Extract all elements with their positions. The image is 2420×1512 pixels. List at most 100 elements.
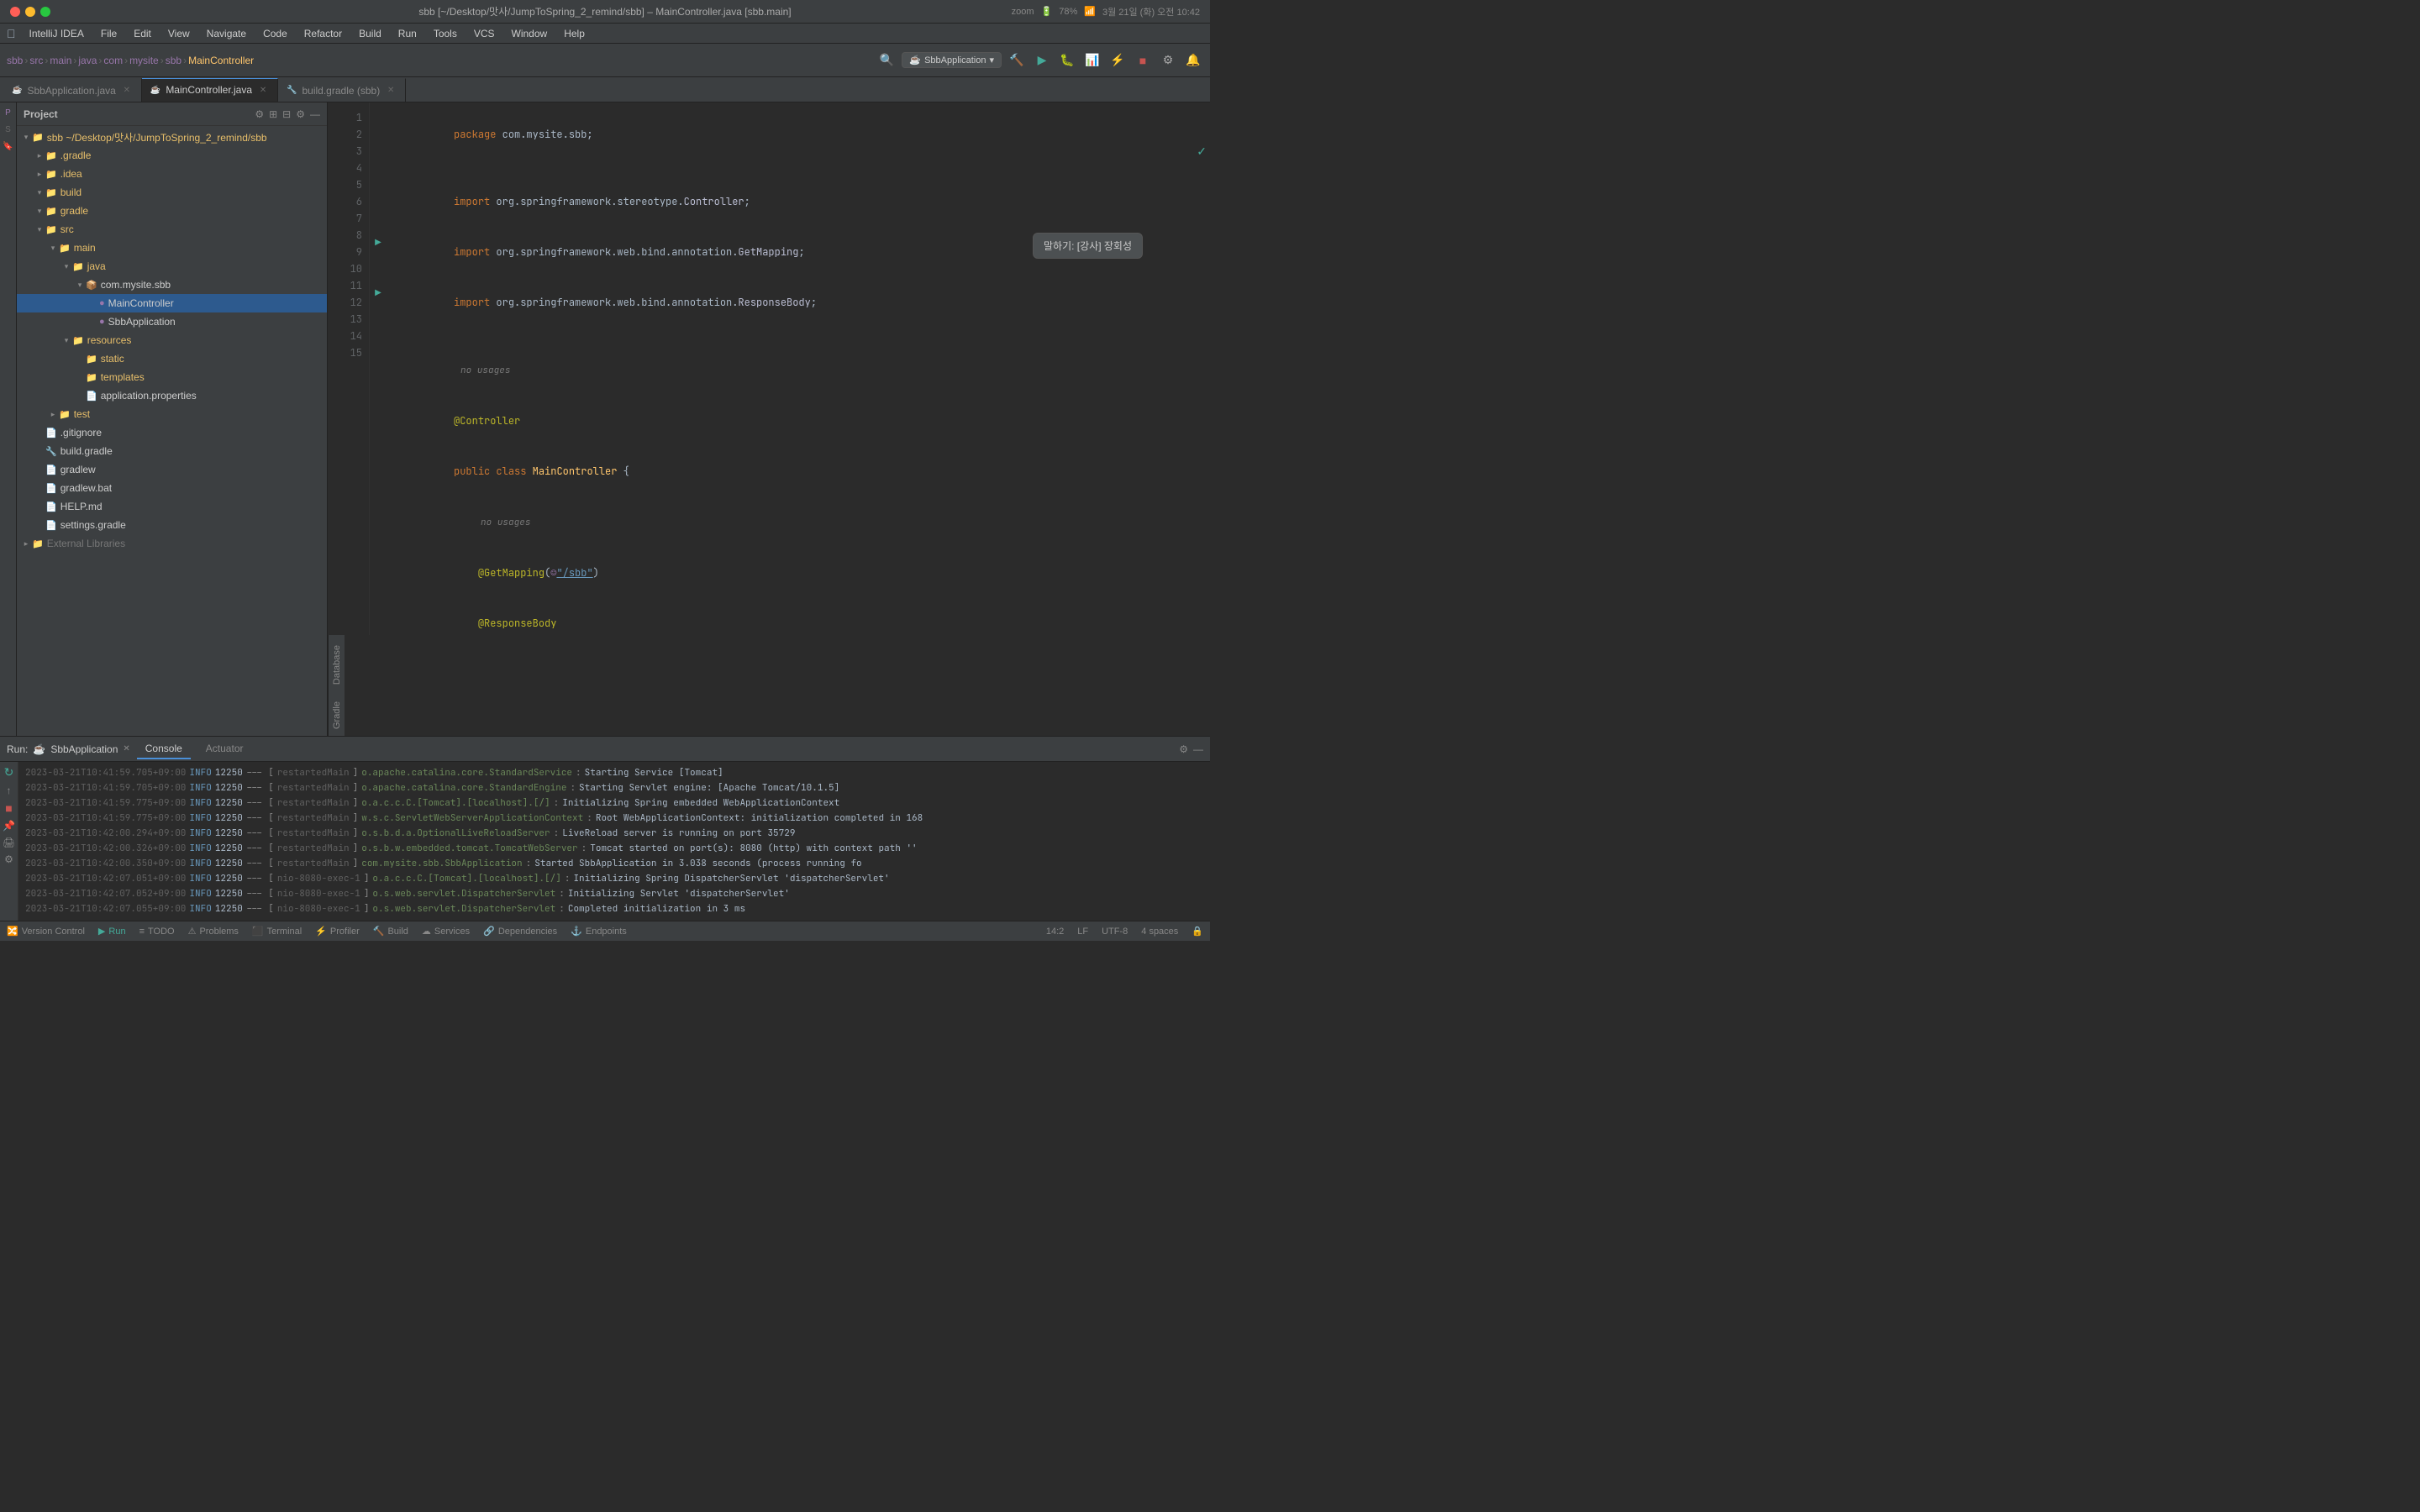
- bc-current[interactable]: MainController: [188, 55, 254, 66]
- settings-btn[interactable]: ⚙: [1179, 743, 1188, 755]
- run-btn[interactable]: ▶: [1032, 50, 1052, 71]
- tree-collapse-icon[interactable]: ⊟: [282, 108, 291, 120]
- menu-build[interactable]: Build: [352, 26, 388, 41]
- build-btn[interactable]: 🔨: [1007, 50, 1027, 71]
- status-lf[interactable]: LF: [1077, 926, 1088, 937]
- tree-expand-icon[interactable]: ⊞: [269, 108, 277, 120]
- minimize-panel-btn[interactable]: —: [1193, 743, 1203, 755]
- tree-item-static[interactable]: 📁 static: [17, 349, 327, 368]
- tree-item-buildgradle[interactable]: 🔧 build.gradle: [17, 442, 327, 460]
- menu-view[interactable]: View: [161, 26, 197, 41]
- tree-item-gradlew[interactable]: 📄 gradlew: [17, 460, 327, 479]
- menu-vcs[interactable]: VCS: [467, 26, 502, 41]
- menu-intellij[interactable]: IntelliJ IDEA: [23, 26, 91, 41]
- tab-actuator[interactable]: Actuator: [197, 739, 252, 759]
- menu-file[interactable]: File: [94, 26, 124, 41]
- tree-item-gitignore[interactable]: 📄 .gitignore: [17, 423, 327, 442]
- status-indent[interactable]: 4 spaces: [1141, 926, 1178, 937]
- tab-buildgradle[interactable]: 🔧 build.gradle (sbb) ✕: [278, 78, 406, 102]
- scroll-up-icon[interactable]: ↑: [7, 785, 12, 796]
- status-dependencies[interactable]: 🔗 Dependencies: [483, 926, 557, 937]
- bc-sbb2[interactable]: sbb: [166, 55, 182, 66]
- tree-item-root[interactable]: ▾ 📁 sbb ~/Desktop/맛사/JumpToSpring_2_remi…: [17, 128, 327, 146]
- project-icon[interactable]: P: [2, 106, 15, 119]
- settings-btn[interactable]: ⚙: [1158, 50, 1178, 71]
- debug-btn[interactable]: 🐛: [1057, 50, 1077, 71]
- structure-icon[interactable]: S: [2, 123, 15, 136]
- tree-settings-icon[interactable]: ⚙: [255, 108, 264, 120]
- pin-icon[interactable]: 📌: [3, 820, 15, 832]
- maximize-button[interactable]: [40, 7, 50, 17]
- settings2-icon[interactable]: ⚙: [4, 853, 13, 865]
- tree-item-maincontroller[interactable]: ● MainController: [17, 294, 327, 312]
- restart-icon[interactable]: ↻: [4, 765, 14, 780]
- menu-run[interactable]: Run: [392, 26, 424, 41]
- gutter-run-icon-11[interactable]: ▶: [371, 286, 385, 299]
- bc-main[interactable]: main: [50, 55, 71, 66]
- tree-item-main[interactable]: ▾ 📁 main: [17, 239, 327, 257]
- run-with-coverage-btn[interactable]: 📊: [1082, 50, 1102, 71]
- minimize-button[interactable]: [25, 7, 35, 17]
- tree-item-sbbapp[interactable]: ● SbbApplication: [17, 312, 327, 331]
- tab-close-btn[interactable]: ✕: [121, 85, 133, 97]
- tree-item-gradlefolder[interactable]: ▾ 📁 gradle: [17, 202, 327, 220]
- bc-src[interactable]: src: [29, 55, 43, 66]
- status-problems[interactable]: ⚠ Problems: [188, 926, 239, 937]
- tree-item-settingsgradle[interactable]: 📄 settings.gradle: [17, 516, 327, 534]
- apple-menu[interactable]: : [7, 27, 16, 40]
- tree-item-templates[interactable]: 📁 templates: [17, 368, 327, 386]
- bookmarks-icon[interactable]: 🔖: [2, 139, 15, 153]
- tree-item-idea[interactable]: ▸ 📁 .idea: [17, 165, 327, 183]
- menu-code[interactable]: Code: [256, 26, 294, 41]
- tab-sbbapplication[interactable]: ☕ SbbApplication.java ✕: [3, 78, 142, 102]
- menu-navigate[interactable]: Navigate: [200, 26, 253, 41]
- window-controls[interactable]: [10, 7, 50, 17]
- run-tab-close[interactable]: ✕: [123, 744, 129, 753]
- status-run[interactable]: ▶ Run: [98, 926, 126, 937]
- bc-mysite[interactable]: mysite: [129, 55, 159, 66]
- database-label[interactable]: Database: [330, 638, 344, 691]
- menu-tools[interactable]: Tools: [427, 26, 464, 41]
- status-vcs[interactable]: 🔀 Version Control: [7, 926, 85, 937]
- bc-sbb[interactable]: sbb: [7, 55, 23, 66]
- tree-item-package[interactable]: ▾ 📦 com.mysite.sbb: [17, 276, 327, 294]
- tree-item-resources[interactable]: ▾ 📁 resources: [17, 331, 327, 349]
- status-endpoints[interactable]: ⚓ Endpoints: [571, 926, 627, 937]
- status-encoding[interactable]: UTF-8: [1102, 926, 1128, 937]
- status-profiler[interactable]: ⚡ Profiler: [315, 926, 360, 937]
- tree-item-java[interactable]: ▾ 📁 java: [17, 257, 327, 276]
- tree-close-icon[interactable]: —: [310, 108, 320, 120]
- bc-java[interactable]: java: [78, 55, 97, 66]
- bc-com[interactable]: com: [103, 55, 123, 66]
- notifications-btn[interactable]: 🔔: [1183, 50, 1203, 71]
- tree-item-build[interactable]: ▾ 📁 build: [17, 183, 327, 202]
- status-build[interactable]: 🔨 Build: [373, 926, 408, 937]
- menu-window[interactable]: Window: [505, 26, 555, 41]
- tree-item-test[interactable]: ▸ 📁 test: [17, 405, 327, 423]
- status-todo[interactable]: ≡ TODO: [139, 927, 175, 937]
- status-terminal[interactable]: ⬛ Terminal: [252, 926, 302, 937]
- print-icon[interactable]: 🖨: [3, 837, 15, 848]
- status-lock[interactable]: 🔒: [1192, 926, 1203, 937]
- tab-close-gradle-btn[interactable]: ✕: [385, 85, 397, 97]
- tab-maincontroller[interactable]: ☕ MainController.java ✕: [142, 78, 278, 102]
- stop-icon[interactable]: ■: [5, 801, 12, 815]
- menu-help[interactable]: Help: [557, 26, 592, 41]
- gradle-label[interactable]: Gradle: [330, 695, 344, 736]
- search-everywhere-btn[interactable]: 🔍: [876, 50, 897, 71]
- status-position[interactable]: 14:2: [1046, 926, 1064, 937]
- status-services[interactable]: ☁ Services: [422, 926, 470, 937]
- close-button[interactable]: [10, 7, 20, 17]
- tab-close-active-btn[interactable]: ✕: [257, 84, 269, 96]
- tree-item-appprops[interactable]: 📄 application.properties: [17, 386, 327, 405]
- run-configuration[interactable]: ☕ SbbApplication ▾: [902, 52, 1002, 68]
- menu-edit[interactable]: Edit: [127, 26, 158, 41]
- tree-item-gradlewbat[interactable]: 📄 gradlew.bat: [17, 479, 327, 497]
- tree-item-helpmd[interactable]: 📄 HELP.md: [17, 497, 327, 516]
- gutter-run-icon-8[interactable]: ▶: [371, 235, 385, 249]
- tree-item-extlibs[interactable]: ▸ 📁 External Libraries: [17, 534, 327, 553]
- stop-btn[interactable]: ■: [1133, 50, 1153, 71]
- tree-item-src[interactable]: ▾ 📁 src: [17, 220, 327, 239]
- tree-item-gradle[interactable]: ▸ 📁 .gradle: [17, 146, 327, 165]
- tree-filter-icon[interactable]: ⚙: [296, 108, 305, 120]
